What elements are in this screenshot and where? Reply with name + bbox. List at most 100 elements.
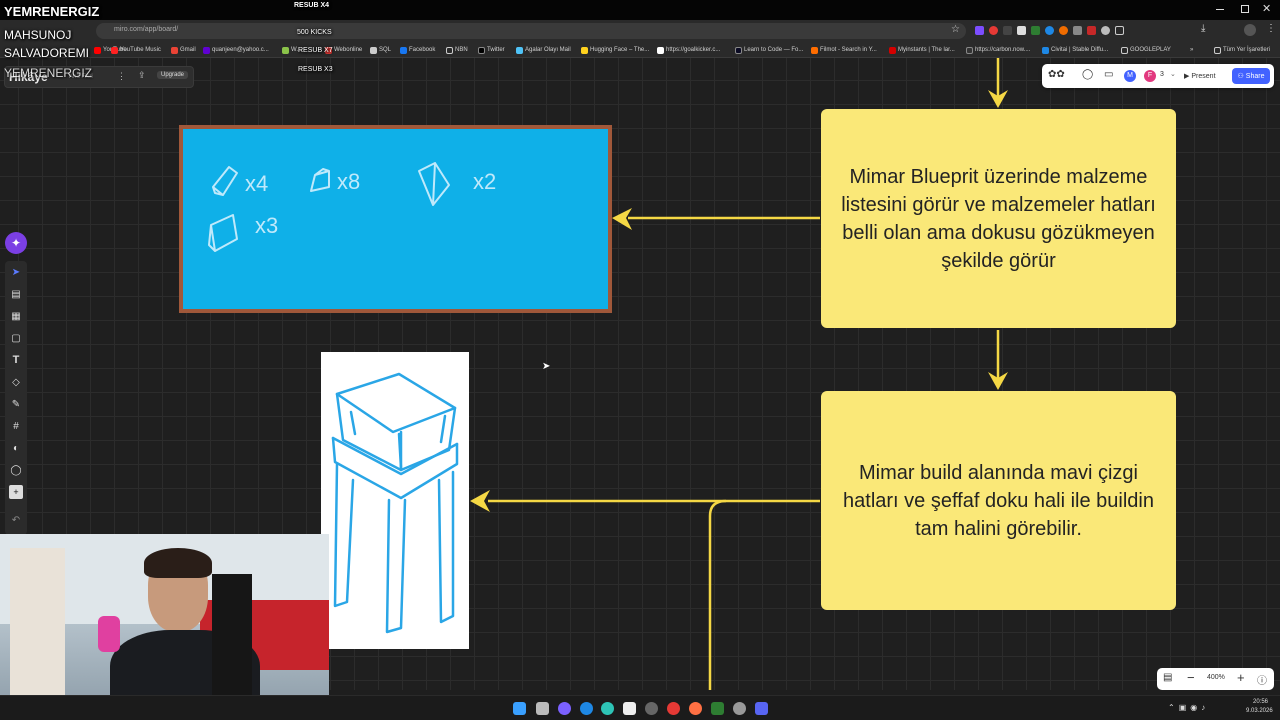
clock-time[interactable]: 20:56 bbox=[1253, 699, 1268, 705]
ext-icon[interactable] bbox=[1101, 26, 1110, 35]
comment-icon[interactable]: ◯ bbox=[9, 463, 23, 477]
share-button[interactable]: ⚇ Share bbox=[1232, 68, 1270, 84]
minimize-button[interactable] bbox=[1216, 9, 1224, 10]
bookmark-item[interactable]: Hugging Face – The... bbox=[581, 44, 649, 56]
stream-name: YEMRENERGIZ bbox=[4, 4, 100, 19]
sticky-note-build-area[interactable]: Mimar build alanında mavi çizgi hatları … bbox=[821, 391, 1176, 610]
stream-event: RESUB X4 bbox=[294, 2, 330, 9]
all-bookmarks-folder[interactable]: Tüm Yer İşaretleri bbox=[1214, 44, 1270, 56]
bookmark-item[interactable]: https://goalkicker.c... bbox=[657, 44, 720, 56]
ext-icon[interactable] bbox=[1073, 26, 1082, 35]
bookmark-item[interactable]: Facebook bbox=[400, 44, 435, 56]
download-icon[interactable]: ⤓ bbox=[1201, 23, 1205, 34]
browser-menu-icon[interactable]: ⋮ bbox=[1266, 23, 1276, 34]
bookmark-item[interactable]: Myinstants | The lar... bbox=[889, 44, 955, 56]
bookmark-item[interactable]: Twitter bbox=[478, 44, 505, 56]
bookmark-item[interactable]: NBN bbox=[446, 44, 468, 56]
mouse-cursor-icon: ➤ bbox=[542, 361, 551, 372]
upgrade-button[interactable]: Upgrade bbox=[157, 71, 189, 79]
frame-icon[interactable]: # bbox=[9, 419, 23, 433]
edge-icon[interactable] bbox=[580, 702, 593, 715]
build-sketch-image[interactable] bbox=[321, 352, 469, 649]
sticky-note-icon[interactable]: ▢ bbox=[9, 331, 23, 345]
undo-icon[interactable]: ↶ bbox=[9, 513, 23, 527]
bookmark-label: Civitai | Stable Diffu... bbox=[1051, 47, 1109, 53]
bookmark-item[interactable]: YouTube Music bbox=[111, 44, 161, 56]
bookmark-item[interactable]: quanjeen@yahoo.c... bbox=[203, 44, 269, 56]
bookmark-item[interactable]: Agalar Olayı Mail bbox=[516, 44, 571, 56]
bookmark-item[interactable]: Gmail bbox=[171, 44, 196, 56]
select-tool-icon[interactable]: ➤ bbox=[9, 265, 23, 279]
zoom-level[interactable]: 400% bbox=[1207, 674, 1225, 681]
collaborators-count[interactable]: 3 bbox=[1160, 71, 1164, 78]
share-label: Share bbox=[1245, 72, 1265, 80]
shapes-icon[interactable]: ◇ bbox=[9, 375, 23, 389]
chrome-icon[interactable] bbox=[667, 702, 680, 715]
reactions-icon[interactable]: ✿✿ bbox=[1048, 69, 1065, 80]
bookmark-folder[interactable]: GOOGLEPLAY bbox=[1121, 44, 1171, 56]
bookmark-item[interactable]: Learn to Code — Fo... bbox=[735, 44, 803, 56]
edge-icon[interactable] bbox=[601, 702, 614, 715]
copilot-icon[interactable] bbox=[558, 702, 571, 715]
ext-icon[interactable] bbox=[1017, 26, 1026, 35]
fit-screen-icon[interactable]: ▤ bbox=[1163, 672, 1172, 683]
arrow-head bbox=[988, 372, 1008, 390]
ext-icon[interactable] bbox=[1087, 26, 1096, 35]
video-call-icon[interactable]: ▭ bbox=[1104, 69, 1113, 80]
bookmark-label: Filmot - Search in Y... bbox=[820, 47, 877, 53]
bookmark-star-icon[interactable]: ☆ bbox=[951, 24, 960, 35]
start-icon[interactable] bbox=[513, 702, 526, 715]
templates-icon[interactable]: ▤ bbox=[9, 287, 23, 301]
ai-assist-button[interactable]: ✦ bbox=[5, 232, 27, 254]
more-bookmarks-icon[interactable]: » bbox=[1190, 44, 1193, 56]
puzzle-icon[interactable] bbox=[1115, 26, 1124, 35]
pen-icon[interactable]: ✎ bbox=[9, 397, 23, 411]
bookmark-item[interactable]: Filmot - Search in Y... bbox=[811, 44, 877, 56]
blueprint-card[interactable]: x4 x8 x2 x3 bbox=[179, 125, 612, 313]
ext-icon[interactable] bbox=[1003, 26, 1012, 35]
stream-event: 500 KICKS bbox=[297, 29, 332, 36]
palette-icon[interactable]: ◐ bbox=[9, 441, 23, 455]
sticky-note-blueprint[interactable]: Mimar Blueprit üzerinde malzeme listesin… bbox=[821, 109, 1176, 328]
ext-icon[interactable] bbox=[975, 26, 984, 35]
person-hair bbox=[144, 548, 212, 578]
github-icon[interactable] bbox=[733, 702, 746, 715]
avatar[interactable]: F bbox=[1144, 70, 1156, 82]
maximize-button[interactable] bbox=[1241, 5, 1249, 13]
text-tool-icon[interactable]: T bbox=[9, 353, 23, 367]
profile-avatar[interactable] bbox=[1244, 24, 1256, 36]
store-icon[interactable] bbox=[623, 702, 636, 715]
bookmark-item[interactable]: SQL bbox=[370, 44, 391, 56]
tower-sketch bbox=[331, 372, 459, 634]
chevron-down-icon[interactable]: ⌄ bbox=[1170, 70, 1176, 78]
more-tools-icon[interactable]: + bbox=[9, 485, 23, 499]
tools-toolbar: ➤ ▤ ▦ ▢ T ◇ ✎ # ◐ ◯ + ↶ bbox=[5, 261, 27, 535]
bookmark-item[interactable]: Civitai | Stable Diffu... bbox=[1042, 44, 1108, 56]
clock-date[interactable]: 9.03.2026 bbox=[1246, 708, 1273, 714]
zoom-in-button[interactable]: + bbox=[1237, 670, 1245, 685]
avatar[interactable]: M bbox=[1124, 70, 1136, 82]
ext-icon[interactable] bbox=[989, 26, 998, 35]
firefox-icon[interactable] bbox=[689, 702, 702, 715]
present-label: Present bbox=[1191, 72, 1216, 80]
comments-icon[interactable]: ◯ bbox=[1082, 69, 1093, 80]
export-icon[interactable]: ⇪ bbox=[138, 70, 146, 81]
ext-icon[interactable] bbox=[1045, 26, 1054, 35]
zoom-out-button[interactable]: − bbox=[1187, 670, 1195, 685]
stream-name: SALVADOREMI bbox=[4, 46, 89, 60]
table-icon[interactable]: ▦ bbox=[9, 309, 23, 323]
ext-icon[interactable] bbox=[1059, 26, 1068, 35]
address-bar[interactable]: miro.com/app/board/ ☆ bbox=[96, 23, 966, 39]
ext-icon[interactable] bbox=[1031, 26, 1040, 35]
present-button[interactable]: ▶ Present bbox=[1184, 69, 1230, 83]
help-icon[interactable]: ⓘ bbox=[1257, 672, 1267, 687]
task-view-icon[interactable] bbox=[536, 702, 549, 715]
board-menu-icon[interactable]: ⋮ bbox=[117, 71, 126, 82]
close-window-button[interactable]: ✕ bbox=[1262, 2, 1271, 15]
app-icon[interactable] bbox=[645, 702, 658, 715]
bookmark-item[interactable]: https://carbon.now.... bbox=[966, 44, 1030, 56]
bookmark-label: Twitter bbox=[487, 47, 505, 53]
discord-icon[interactable] bbox=[755, 702, 768, 715]
terminal-icon[interactable] bbox=[711, 702, 724, 715]
stream-event: RESUB X7 bbox=[298, 47, 333, 54]
